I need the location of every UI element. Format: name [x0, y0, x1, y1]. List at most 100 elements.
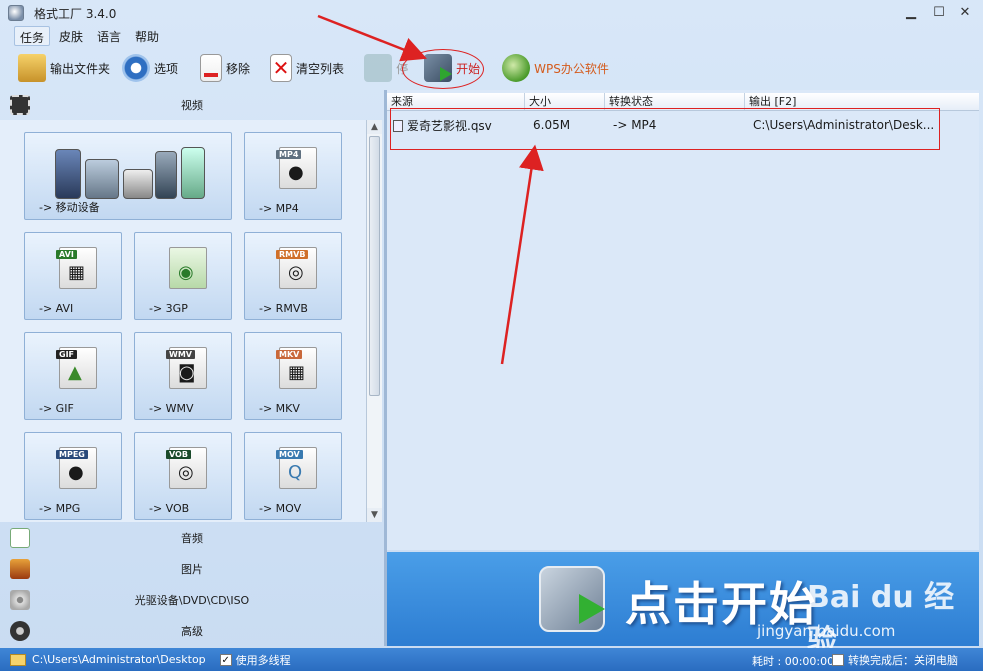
tile-label: -> GIF	[39, 402, 74, 415]
elapsed-time: 耗时 : 00:00:00	[752, 655, 835, 668]
tile-label: -> 3GP	[149, 302, 188, 315]
gif-icon: GIF ▲	[56, 347, 97, 389]
clear-x-icon: ✕	[270, 54, 293, 82]
category-audio[interactable]: 音频	[0, 523, 384, 553]
mpeg-icon: MPEG ●	[56, 447, 97, 489]
format-panel: 视频 -> 移动设备 MP4 ● -> MP4 AVI ▦ -> AVI ◉ -…	[0, 90, 384, 646]
multithread-label: 使用多线程	[235, 653, 291, 667]
start-play-icon	[539, 566, 605, 632]
tile-label: -> WMV	[149, 402, 194, 415]
task-list: 爱奇艺影视.qsv 6.05M -> MP4 C:\Users\Administ…	[387, 112, 979, 550]
tile-label: -> VOB	[149, 502, 190, 515]
category-image-label: 图片	[181, 563, 203, 576]
multithread-checkbox[interactable]: ✓	[219, 653, 232, 666]
clear-list-label: 清空列表	[296, 61, 345, 76]
tile-mkv[interactable]: MKV ▦ -> MKV	[244, 332, 342, 420]
category-disc-label: 光驱设备\DVD\CD\ISO	[134, 594, 250, 607]
category-image[interactable]: 图片	[0, 554, 384, 584]
tile-gif[interactable]: GIF ▲ -> GIF	[24, 332, 122, 420]
baidu-watermark-logo: Bai du 经验	[807, 580, 955, 659]
tile-label: -> MOV	[259, 502, 302, 515]
maximize-button[interactable]: ☐	[928, 4, 950, 22]
multithread-option[interactable]: ✓ 使用多线程	[219, 652, 291, 668]
rmvb-icon: RMVB ◎	[276, 247, 317, 289]
tile-mov[interactable]: MOV Q -> MOV	[244, 432, 342, 520]
scroll-down-icon[interactable]: ▼	[367, 508, 382, 522]
music-note-icon	[10, 528, 30, 548]
wps-label: WPS办公软件	[534, 61, 609, 76]
tile-label: -> MKV	[259, 402, 300, 415]
folder-icon	[18, 54, 46, 82]
remove-button[interactable]: 移除	[196, 50, 254, 86]
main-window: 格式工厂 3.4.0 ▁ ☐ ✕ 任务 皮肤 语言 帮助 输出文件夹 选项 移除…	[0, 0, 983, 671]
remove-icon	[200, 54, 223, 82]
mobile-devices-icon	[55, 141, 205, 199]
mkv-icon: MKV ▦	[276, 347, 317, 389]
clear-list-button[interactable]: ✕ 清空列表	[266, 50, 348, 86]
options-button[interactable]: 选项	[118, 50, 182, 86]
baidu-watermark-url: jingyan.baidu.com	[757, 622, 896, 640]
vob-icon: VOB ◎	[166, 447, 207, 489]
status-bar: C:\Users\Administrator\Desktop ✓ 使用多线程 耗…	[0, 648, 983, 671]
title-bar: 格式工厂 3.4.0 ▁ ☐ ✕	[0, 0, 983, 26]
category-audio-label: 音频	[181, 532, 203, 545]
task-list-panel: 来源 大小 转换状态 输出 [F2] 爱奇艺影视.qsv 6.05M -> MP…	[387, 90, 979, 550]
options-label: 选项	[154, 61, 179, 76]
category-disc[interactable]: 光驱设备\DVD\CD\ISO	[0, 585, 384, 615]
tile-label: -> MPG	[39, 502, 81, 515]
tile-label: -> RMVB	[259, 302, 308, 315]
start-banner[interactable]: 点击开始 Bai du 经验 jingyan.baidu.com	[387, 552, 979, 659]
category-video-label: 视频	[181, 99, 203, 112]
close-button[interactable]: ✕	[954, 4, 976, 22]
toolbar: 输出文件夹 选项 移除 ✕ 清空列表 停 开始 WPS办公软件	[0, 48, 983, 88]
folder-icon[interactable]	[10, 653, 26, 666]
category-advanced[interactable]: 高级	[0, 616, 384, 646]
scroll-up-icon[interactable]: ▲	[367, 120, 382, 134]
tile-avi[interactable]: AVI ▦ -> AVI	[24, 232, 122, 320]
format-scrollbar[interactable]: ▲ ▼	[366, 120, 382, 522]
3gp-icon: ◉	[169, 247, 207, 289]
film-icon	[10, 95, 30, 115]
minimize-button[interactable]: ▁	[900, 4, 922, 22]
app-icon	[8, 5, 24, 21]
tile-rmvb[interactable]: RMVB ◎ -> RMVB	[244, 232, 342, 320]
picture-icon	[10, 559, 30, 579]
shutdown-checkbox[interactable]	[832, 654, 844, 666]
mp4-icon: MP4 ●	[276, 147, 317, 189]
disc-drive-icon	[10, 590, 30, 610]
category-advanced-label: 高级	[181, 625, 203, 638]
video-format-grid: -> 移动设备 MP4 ● -> MP4 AVI ▦ -> AVI ◉ -> 3…	[0, 120, 366, 522]
tile-mpg[interactable]: MPEG ● -> MPG	[24, 432, 122, 520]
remove-label: 移除	[226, 61, 251, 76]
menu-language[interactable]: 语言	[92, 26, 126, 46]
tile-3gp[interactable]: ◉ -> 3GP	[134, 232, 232, 320]
menu-bar: 任务 皮肤 语言 帮助	[14, 26, 168, 46]
output-folder-label: 输出文件夹	[50, 61, 111, 76]
tile-wmv[interactable]: WMV ◙ -> WMV	[134, 332, 232, 420]
menu-help[interactable]: 帮助	[130, 26, 164, 46]
start-highlight-circle	[402, 49, 484, 89]
tile-mp4[interactable]: MP4 ● -> MP4	[244, 132, 342, 220]
mov-icon: MOV Q	[276, 447, 317, 489]
category-video[interactable]: 视频	[0, 90, 384, 120]
shutdown-label: 转换完成后：关闭电脑	[848, 654, 958, 667]
output-path[interactable]: C:\Users\Administrator\Desktop	[32, 653, 206, 666]
output-folder-button[interactable]: 输出文件夹	[14, 50, 114, 86]
stop-icon	[364, 54, 393, 82]
wps-button[interactable]: WPS办公软件	[498, 50, 613, 86]
tile-mobile[interactable]: -> 移动设备	[24, 132, 232, 220]
wps-icon	[502, 54, 531, 82]
tile-vob[interactable]: VOB ◎ -> VOB	[134, 432, 232, 520]
tile-label: -> AVI	[39, 302, 74, 315]
scroll-thumb[interactable]	[369, 136, 380, 396]
menu-task[interactable]: 任务	[14, 26, 51, 46]
menu-skin[interactable]: 皮肤	[54, 26, 88, 46]
options-gear-icon	[122, 54, 151, 82]
film-reel-icon	[10, 621, 30, 641]
window-title: 格式工厂 3.4.0	[34, 6, 117, 21]
row-highlight-box	[390, 108, 940, 150]
tile-label: -> MP4	[259, 202, 299, 215]
shutdown-option[interactable]: 转换完成后：关闭电脑	[832, 652, 958, 668]
wmv-icon: WMV ◙	[166, 347, 207, 389]
tile-label: -> 移动设备	[39, 201, 100, 214]
